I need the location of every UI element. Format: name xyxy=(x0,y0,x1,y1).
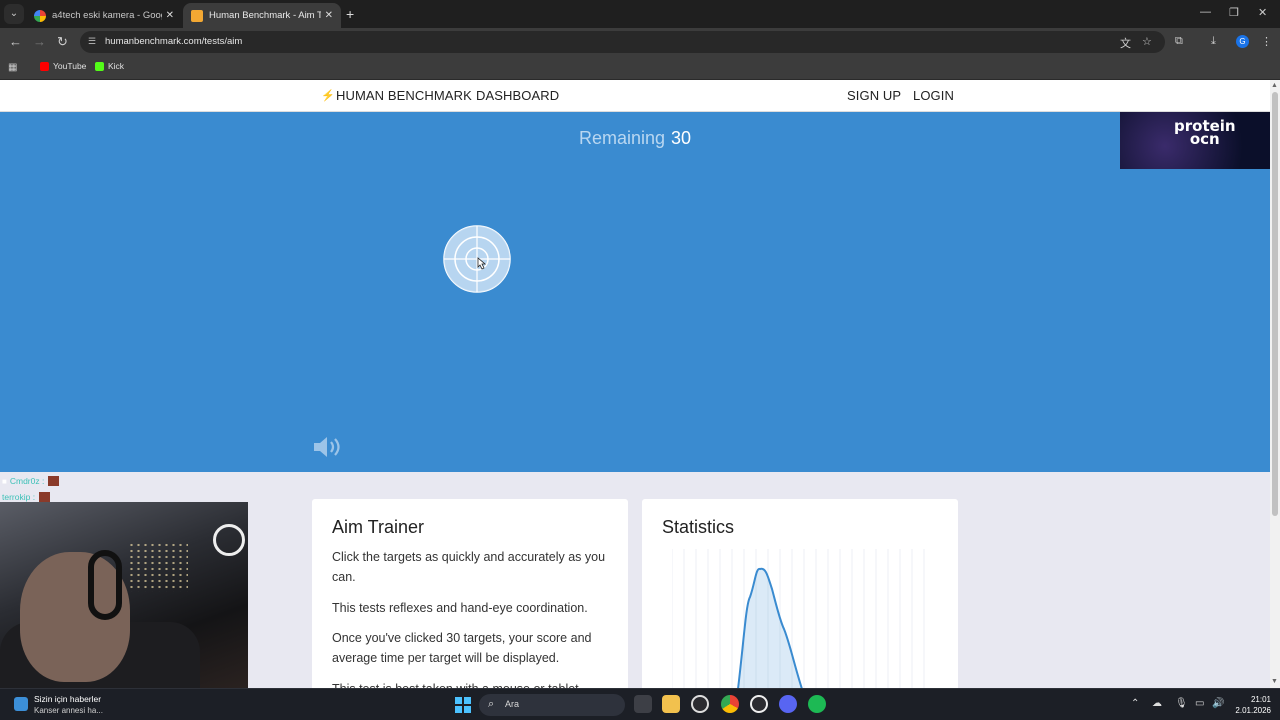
emote-icon xyxy=(39,492,51,502)
back-arrow-icon[interactable]: ← xyxy=(9,34,22,49)
ring-light xyxy=(213,524,245,556)
google-icon xyxy=(34,9,46,22)
news-title: Sizin için haberler xyxy=(34,694,102,704)
aim-target[interactable] xyxy=(443,225,511,293)
minimize-icon[interactable]: — xyxy=(1200,6,1211,18)
tab-google-search[interactable]: a4tech eski kamera - Google'da ✕ xyxy=(26,3,182,28)
bookmark-label: YouTube xyxy=(53,61,87,71)
taskbar-search[interactable]: ⌕ Ara xyxy=(479,694,625,716)
nav-login-link[interactable]: LOGIN xyxy=(913,88,954,103)
browser-tab-strip: ⌄ a4tech eski kamera - Google'da ✕ Human… xyxy=(0,0,1280,28)
nav-home-link[interactable]: HUMAN BENCHMARK xyxy=(336,88,472,103)
clock-time: 21:01 xyxy=(1250,695,1271,704)
scroll-up-arrow-icon[interactable]: ▲ xyxy=(1271,82,1278,89)
bookmarks-bar: ▦ YouTube Kick xyxy=(0,56,1280,80)
browser-toolbar: ← → ↻ ☰ humanbenchmark.com/tests/aim 文 ☆… xyxy=(0,28,1280,56)
close-window-icon[interactable]: ✕ xyxy=(1258,6,1267,19)
tab-human-benchmark[interactable]: Human Benchmark - Aim Trainer ✕ xyxy=(183,3,341,28)
news-subtitle: Kanser annesi ha... xyxy=(34,706,103,715)
scroll-thumb[interactable] xyxy=(1272,92,1278,516)
remaining-counter: Remaining 30 xyxy=(0,128,1270,149)
emote-icon xyxy=(48,476,60,486)
tab-title: Human Benchmark - Aim Trainer xyxy=(209,10,321,21)
windows-taskbar: Sizin için haberler Kanser annesi ha... … xyxy=(0,688,1280,720)
extensions-icon[interactable]: ⧉ xyxy=(1175,35,1183,48)
new-tab-button[interactable]: + xyxy=(346,6,354,22)
url-text: humanbenchmark.com/tests/aim xyxy=(105,36,243,47)
bookmark-kick[interactable]: Kick xyxy=(95,61,124,71)
news-widget[interactable]: Sizin için haberler Kanser annesi ha... xyxy=(14,694,103,715)
system-clock[interactable]: 21:01 2.01.2026 xyxy=(1231,694,1271,716)
chat-message: ■ Cmdr0z : xyxy=(2,476,60,486)
kick-icon xyxy=(95,61,104,71)
lightning-bolt-icon: ⚡ xyxy=(321,90,335,102)
aim-trainer-title: Aim Trainer xyxy=(332,517,425,537)
tab-title: a4tech eski kamera - Google'da xyxy=(52,10,162,21)
onedrive-icon[interactable]: ☁ xyxy=(1152,698,1162,709)
streamer-webcam xyxy=(0,502,248,688)
statistics-title: Statistics xyxy=(662,517,735,537)
headset xyxy=(88,550,122,620)
city-lights-background xyxy=(128,542,188,592)
chat-username: Cmdr0z : xyxy=(9,476,45,486)
search-placeholder: Ara xyxy=(505,699,520,709)
tray-chevron-icon[interactable]: ⌃ xyxy=(1131,698,1139,709)
remaining-count: 30 xyxy=(671,128,692,148)
tab-search-button[interactable]: ⌄ xyxy=(4,4,24,24)
close-tab-icon[interactable]: ✕ xyxy=(166,10,174,21)
apps-grid-icon[interactable]: ▦ xyxy=(8,62,17,73)
scroll-down-arrow-icon[interactable]: ▼ xyxy=(1271,678,1278,685)
bookmark-star-icon[interactable]: ☆ xyxy=(1142,35,1152,48)
download-icon[interactable]: ⤓ xyxy=(1211,35,1216,48)
sponsor-logo: protein ocn xyxy=(1174,119,1236,147)
clock-date: 2.01.2026 xyxy=(1235,706,1271,715)
chat-message: terrokip : xyxy=(2,492,51,502)
sound-icon[interactable] xyxy=(312,434,344,460)
stream-sponsor-overlay: protein ocn xyxy=(1120,112,1270,169)
volume-icon[interactable]: 🔊 xyxy=(1212,698,1224,709)
profile-avatar[interactable]: G xyxy=(1236,35,1249,48)
statistics-distribution-chart xyxy=(672,549,925,699)
forward-arrow-icon[interactable]: → xyxy=(33,34,46,49)
chatgpt-icon[interactable] xyxy=(750,695,768,713)
bookmark-label: Kick xyxy=(108,61,125,71)
restore-icon[interactable]: ❐ xyxy=(1229,6,1239,19)
network-icon[interactable]: ▭ xyxy=(1195,698,1204,709)
bookmark-youtube[interactable]: YouTube xyxy=(40,61,86,71)
chat-username: terrokip : xyxy=(2,492,36,502)
site-info-icon[interactable]: ☰ xyxy=(88,36,98,47)
menu-kebab-icon[interactable]: ⋮ xyxy=(1261,35,1272,48)
youtube-icon xyxy=(40,61,49,71)
reload-icon[interactable]: ↻ xyxy=(57,34,68,50)
translate-icon[interactable]: 文 xyxy=(1120,35,1131,51)
remaining-label: Remaining xyxy=(578,128,665,148)
address-bar[interactable]: ☰ humanbenchmark.com/tests/aim 文 ☆ xyxy=(80,31,1165,53)
nav-dashboard-link[interactable]: DASHBOARD xyxy=(476,88,559,103)
aim-test-area[interactable]: Remaining 30 protein ocn xyxy=(0,112,1270,472)
search-icon: ⌕ xyxy=(488,698,495,710)
description-2: This tests reflexes and hand-eye coordin… xyxy=(332,601,588,615)
description-1: Click the targets as quickly and accurat… xyxy=(332,550,606,584)
discord-icon[interactable] xyxy=(779,695,797,713)
statistics-card: Statistics xyxy=(642,499,958,699)
news-icon xyxy=(14,697,28,711)
microphone-icon[interactable]: 🎙 xyxy=(1175,698,1188,709)
close-tab-icon[interactable]: ✕ xyxy=(325,10,333,21)
nav-signup-link[interactable]: SIGN UP xyxy=(847,88,901,103)
spotify-icon[interactable] xyxy=(808,695,826,713)
description-3: Once you've clicked 30 targets, your sco… xyxy=(332,631,592,665)
file-explorer-icon[interactable] xyxy=(662,695,680,713)
kick-badge-icon: ■ xyxy=(2,476,7,486)
aim-trainer-card: Aim Trainer Click the targets as quickly… xyxy=(312,499,628,699)
task-view-icon[interactable] xyxy=(634,695,652,713)
page-scrollbar[interactable]: ▲ ▼ xyxy=(1270,80,1280,688)
steam-icon[interactable] xyxy=(691,695,709,713)
windows-start-icon[interactable] xyxy=(455,697,471,713)
chrome-icon[interactable] xyxy=(721,695,739,713)
site-navbar: ⚡ HUMAN BENCHMARK DASHBOARD SIGN UP LOGI… xyxy=(0,80,1270,112)
bolt-favicon-icon xyxy=(191,9,203,22)
